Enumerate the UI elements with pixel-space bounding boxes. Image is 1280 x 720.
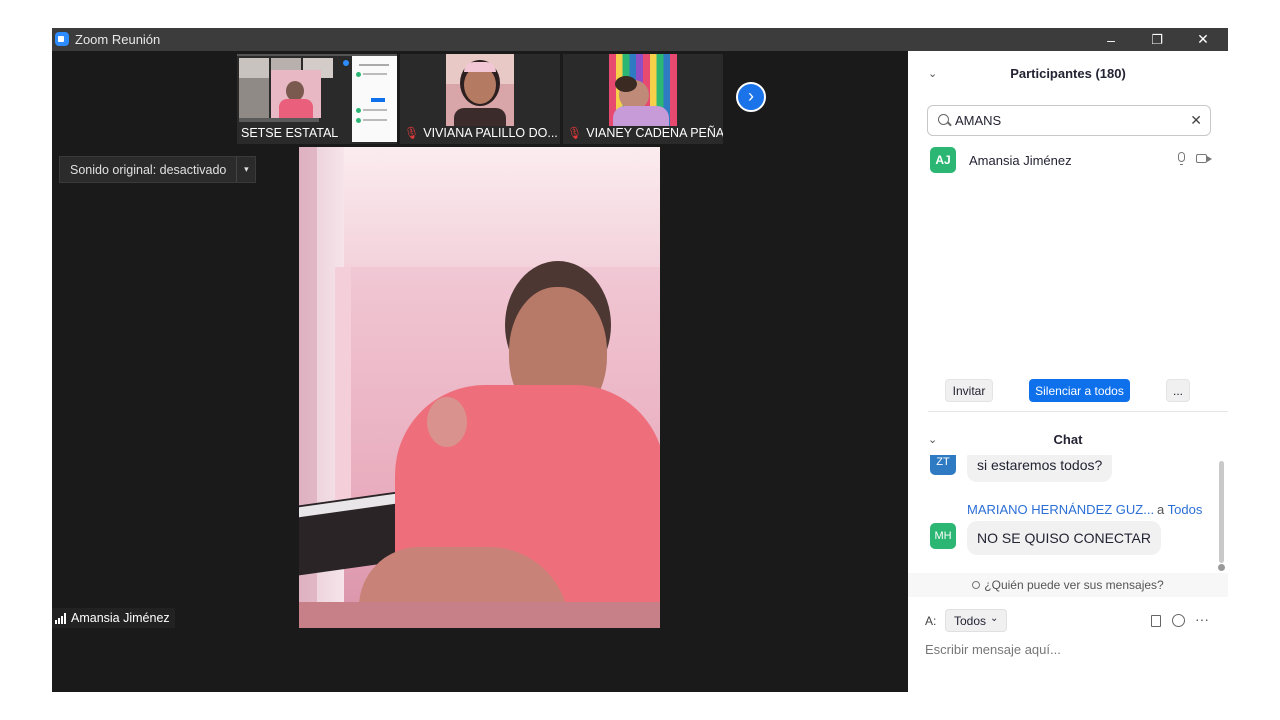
- zoom-app-icon: [55, 32, 69, 46]
- participant-row[interactable]: AJ Amansia Jiménez: [930, 147, 1215, 173]
- person-icon: [972, 581, 981, 589]
- emoji-icon[interactable]: [1172, 614, 1185, 627]
- chat-message: si estaremos todos?: [967, 455, 1113, 482]
- search-icon: [938, 114, 949, 125]
- thumbnail-viviana[interactable]: 🎙︎ VIVIANA PALILLO DO...: [400, 54, 560, 144]
- thumbnail-name: 🎙︎ VIVIANA PALILLO DO...: [404, 126, 558, 140]
- chat-message: NO SE QUISO CONECTAR: [967, 521, 1161, 555]
- video-area: SETSE ESTATAL 🎙︎ VIVIANA PALILLO DO... 🎙…: [52, 51, 908, 692]
- chevron-right-icon: ›: [748, 85, 754, 106]
- recipient-label: A:: [925, 614, 937, 628]
- side-panel: ⌄ Participantes (180) ✕ AJ Amansia Jimén…: [908, 51, 1228, 692]
- chat-scrollbar[interactable]: [1219, 461, 1224, 563]
- next-page-button[interactable]: ›: [736, 82, 766, 112]
- original-sound-toggle[interactable]: Sonido original: desactivado ▾: [59, 156, 257, 183]
- window-title: Zoom Reunión: [75, 32, 161, 47]
- chevron-down-icon: ⌄: [990, 613, 999, 624]
- chat-messages: ZT si estaremos todos? MARIANO HERNÁNDEZ…: [908, 455, 1218, 569]
- more-icon[interactable]: ···: [1195, 611, 1209, 627]
- video-camera-icon[interactable]: [1196, 154, 1212, 163]
- close-button[interactable]: ✕: [1180, 28, 1226, 51]
- search-input[interactable]: [955, 111, 1175, 130]
- participant-search[interactable]: ✕: [927, 105, 1211, 136]
- scroll-end-indicator: [1218, 564, 1225, 571]
- recipient-select[interactable]: Todos ⌄: [945, 609, 1008, 632]
- who-can-see-messages[interactable]: ¿Quién puede ver sus mensajes?: [908, 573, 1228, 597]
- title-bar: Zoom Reunión – ❐ ✕: [52, 28, 1228, 51]
- thumbnail-setse-estatal[interactable]: SETSE ESTATAL: [237, 54, 397, 144]
- clear-search-icon[interactable]: ✕: [1190, 112, 1202, 129]
- section-divider: [928, 411, 1228, 412]
- chat-message-input[interactable]: [925, 639, 1215, 659]
- minimize-button[interactable]: –: [1088, 28, 1134, 51]
- more-options-button[interactable]: ...: [1166, 379, 1190, 402]
- thumbnail-vianey[interactable]: 🎙︎ VIANEY CADENA PEÑA: [563, 54, 723, 144]
- zoom-window: Zoom Reunión – ❐ ✕ SETSE ESTATAL 🎙︎ VIVI…: [52, 28, 1228, 692]
- participant-name: Amansia Jiménez: [969, 153, 1072, 168]
- file-icon[interactable]: [1151, 615, 1161, 627]
- active-speaker-name-tag: Amansia Jiménez: [52, 608, 175, 628]
- signal-strength-icon: [55, 612, 66, 624]
- restore-button[interactable]: ❐: [1134, 28, 1180, 51]
- muted-mic-icon: 🎙︎: [567, 126, 583, 140]
- invite-button[interactable]: Invitar: [945, 379, 993, 402]
- mute-all-button[interactable]: Silenciar a todos: [1029, 379, 1130, 402]
- muted-mic-icon: 🎙︎: [404, 126, 420, 140]
- message-recipient: a Todos: [1157, 502, 1203, 517]
- avatar: ZT: [930, 455, 956, 475]
- message-sender[interactable]: MARIANO HERNÁNDEZ GUZ...: [967, 502, 1154, 517]
- active-speaker-video: [299, 147, 660, 628]
- original-sound-label: Sonido original: desactivado: [70, 162, 227, 177]
- chevron-down-icon[interactable]: ▾: [236, 157, 255, 182]
- chat-title: Chat: [1053, 432, 1083, 447]
- microphone-icon[interactable]: [1178, 152, 1185, 165]
- thumbnail-name: SETSE ESTATAL: [241, 126, 339, 140]
- avatar: MH: [930, 523, 956, 549]
- participants-title: Participantes (180): [1010, 66, 1126, 81]
- thumbnail-name: 🎙︎ VIANEY CADENA PEÑA: [567, 126, 723, 140]
- avatar: AJ: [930, 147, 956, 173]
